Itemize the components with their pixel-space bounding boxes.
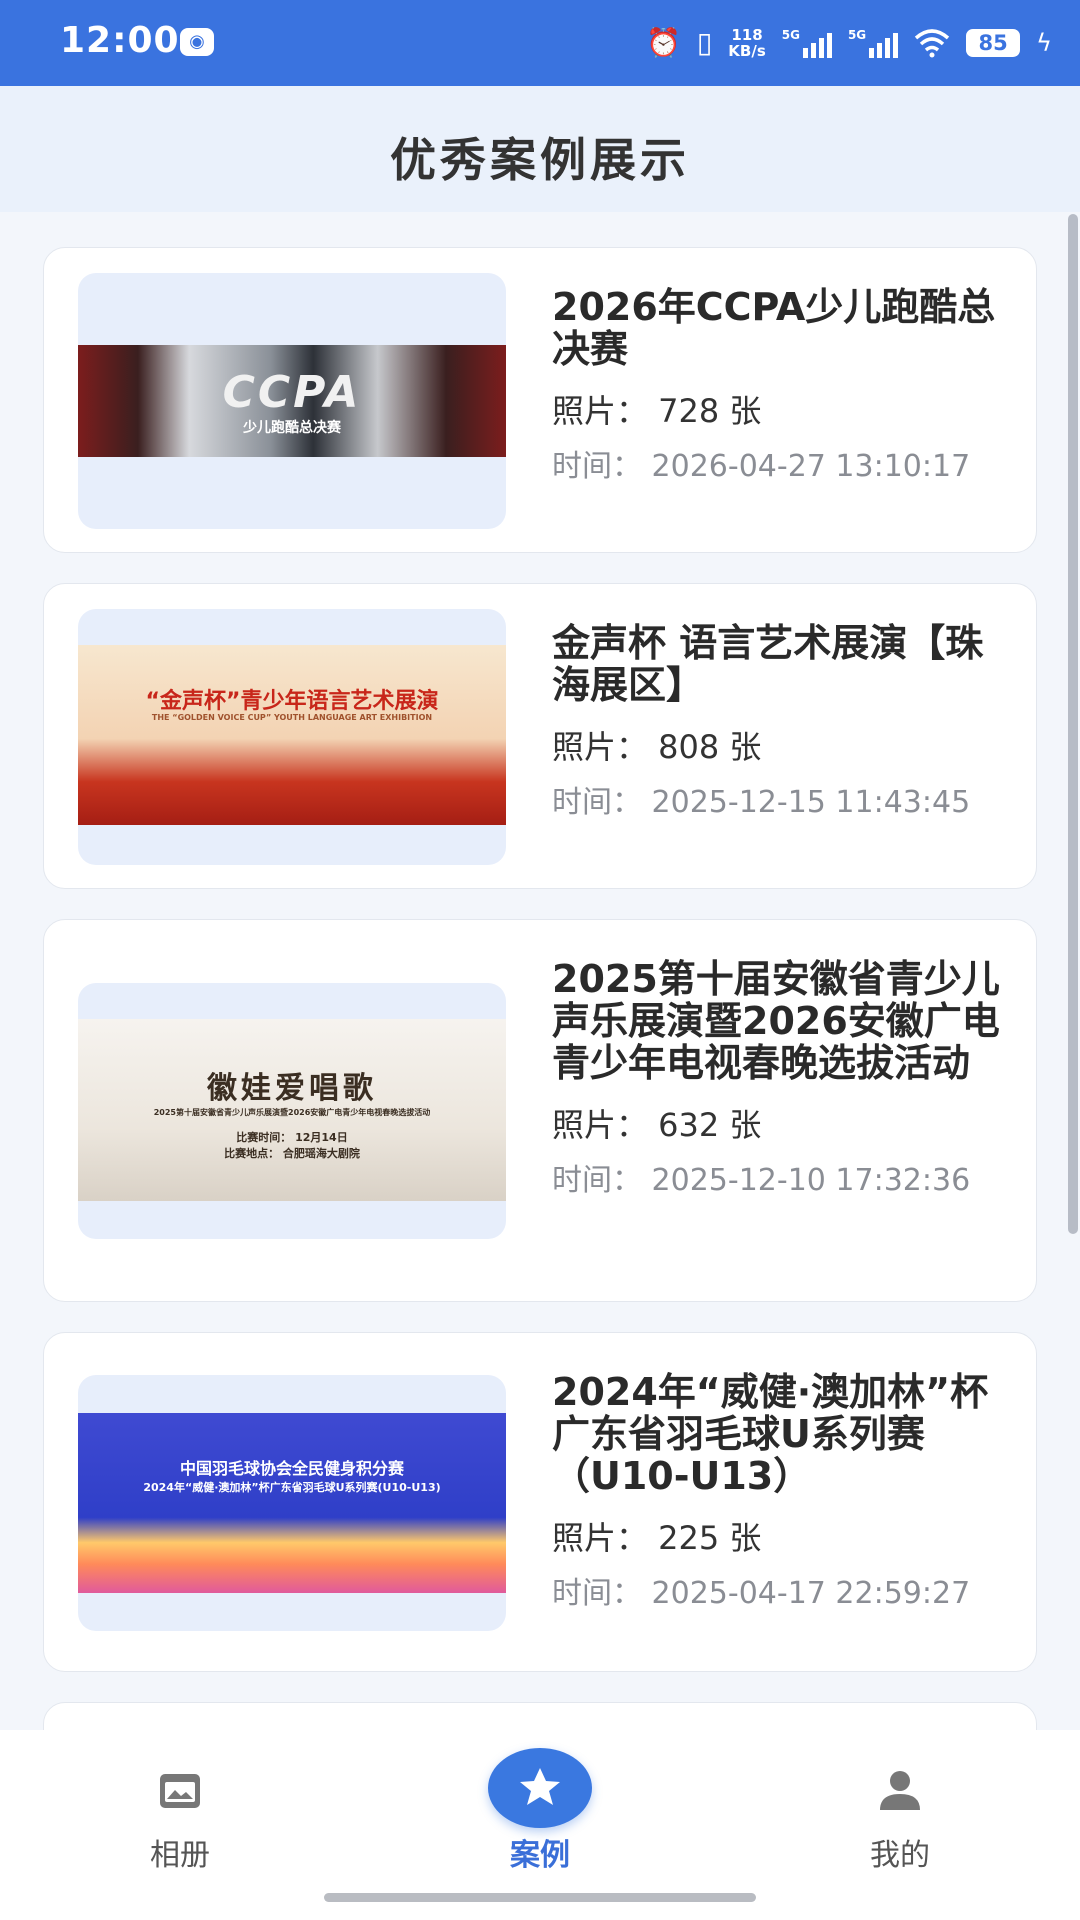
user-icon — [880, 1771, 920, 1810]
network-type-1: 5G — [781, 28, 800, 42]
case-info: 2025第十届安徽省青少儿声乐展演暨2026安徽广电青少年电视春晚选拔活动 照片… — [552, 958, 1012, 1198]
case-poster-image: 中国羽毛球协会全民健身积分赛 2024年“威健·澳加林”杯广东省羽毛球U系列赛(… — [78, 1413, 506, 1593]
tab-label: 相册 — [150, 1838, 210, 1873]
network-type-2: 5G — [847, 28, 867, 42]
alarm-icon: ⏰ — [645, 26, 681, 59]
signal-icon: 5G — [782, 28, 832, 58]
case-photo-count: 照片： 728 张 — [552, 392, 762, 430]
case-poster-image: 徽娃爱唱歌 2025第十届安徽省青少儿声乐展演暨2026安徽广电青少年电视春晚选… — [78, 1019, 506, 1201]
case-card[interactable]: CCPA 少儿跑酷总决赛 2026年CCPA少儿跑酷总决赛 照片： 728 张 … — [43, 247, 1037, 553]
case-title: 2025第十届安徽省青少儿声乐展演暨2026安徽广电青少年电视春晚选拔活动 — [552, 957, 1000, 1085]
vibrate-icon: ▯ — [696, 26, 713, 59]
case-thumbnail: CCPA 少儿跑酷总决赛 — [78, 273, 506, 529]
tab-profile[interactable]: 我的 — [800, 1730, 1000, 1880]
album-icon — [160, 1774, 200, 1808]
case-thumbnail: 徽娃爱唱歌 2025第十届安徽省青少儿声乐展演暨2026安徽广电青少年电视春晚选… — [78, 983, 506, 1239]
net-speed: 118 KB/s — [728, 27, 765, 59]
battery-icon: 85 — [966, 29, 1021, 57]
case-title: 2024年“威健·澳加林”杯广东省羽毛球U系列赛（U10-U13） — [552, 1370, 989, 1498]
wifi-icon — [915, 29, 950, 58]
tab-label: 案例 — [510, 1838, 570, 1873]
net-speed-unit: KB/s — [728, 42, 766, 60]
case-title: 金声杯 语言艺术展演【珠海展区】 — [552, 621, 984, 707]
case-poster-image: “金声杯”青少年语言艺术展演 THE “GOLDEN VOICE CUP” YO… — [78, 645, 506, 825]
case-card[interactable]: 徽娃爱唱歌 2025第十届安徽省青少儿声乐展演暨2026安徽广电青少年电视春晚选… — [43, 919, 1037, 1302]
case-time: 时间： 2026-04-27 13:10:17 — [552, 449, 971, 484]
status-icons: ⏰ ▯ 118 KB/s 5G 5G 85 ϟ — [646, 20, 1052, 66]
case-info: 2024年“威健·澳加林”杯广东省羽毛球U系列赛（U10-U13） 照片： 22… — [552, 1371, 1012, 1611]
case-time: 时间： 2025-12-10 17:32:36 — [552, 1163, 971, 1198]
star-icon — [488, 1748, 592, 1828]
case-photo-count: 照片： 808 张 — [552, 728, 762, 766]
case-thumbnail: 中国羽毛球协会全民健身积分赛 2024年“威健·澳加林”杯广东省羽毛球U系列赛(… — [78, 1375, 506, 1631]
case-photo-count: 照片： 225 张 — [552, 1519, 762, 1557]
charging-icon: ϟ — [1036, 29, 1052, 57]
page-header: 优秀案例展示 — [0, 86, 1080, 212]
tab-album[interactable]: 相册 — [80, 1730, 280, 1880]
home-indicator[interactable] — [324, 1893, 756, 1902]
case-title: 2026年CCPA少儿跑酷总决赛 — [552, 285, 996, 371]
case-card[interactable]: “金声杯”青少年语言艺术展演 THE “GOLDEN VOICE CUP” YO… — [43, 583, 1037, 889]
case-info: 金声杯 语言艺术展演【珠海展区】 照片： 808 张 时间： 2025-12-1… — [552, 622, 1012, 820]
tab-label: 我的 — [870, 1838, 930, 1873]
status-bar: 12:00 ◉ ⏰ ▯ 118 KB/s 5G 5G 85 ϟ — [0, 0, 1080, 86]
wechat-icon: ◉ — [180, 28, 214, 56]
status-time: 12:00 — [60, 20, 180, 61]
signal-icon: 5G — [847, 28, 899, 58]
net-speed-value: 118 — [731, 26, 763, 44]
case-time: 时间： 2025-04-17 22:59:27 — [552, 1576, 971, 1611]
case-thumbnail: “金声杯”青少年语言艺术展演 THE “GOLDEN VOICE CUP” YO… — [78, 609, 506, 865]
case-photo-count: 照片： 632 张 — [552, 1106, 762, 1144]
case-info: 2026年CCPA少儿跑酷总决赛 照片： 728 张 时间： 2026-04-2… — [552, 286, 1012, 484]
case-poster-image: CCPA 少儿跑酷总决赛 — [78, 345, 506, 457]
scrollbar[interactable] — [1068, 214, 1078, 1234]
page-title: 优秀案例展示 — [390, 133, 690, 187]
case-time: 时间： 2025-12-15 11:43:45 — [552, 785, 971, 820]
tab-cases[interactable]: 案例 — [440, 1730, 640, 1880]
case-card[interactable]: 中国羽毛球协会全民健身积分赛 2024年“威健·澳加林”杯广东省羽毛球U系列赛(… — [43, 1332, 1037, 1672]
bottom-tab-bar: 相册 案例 我的 — [0, 1730, 1080, 1920]
